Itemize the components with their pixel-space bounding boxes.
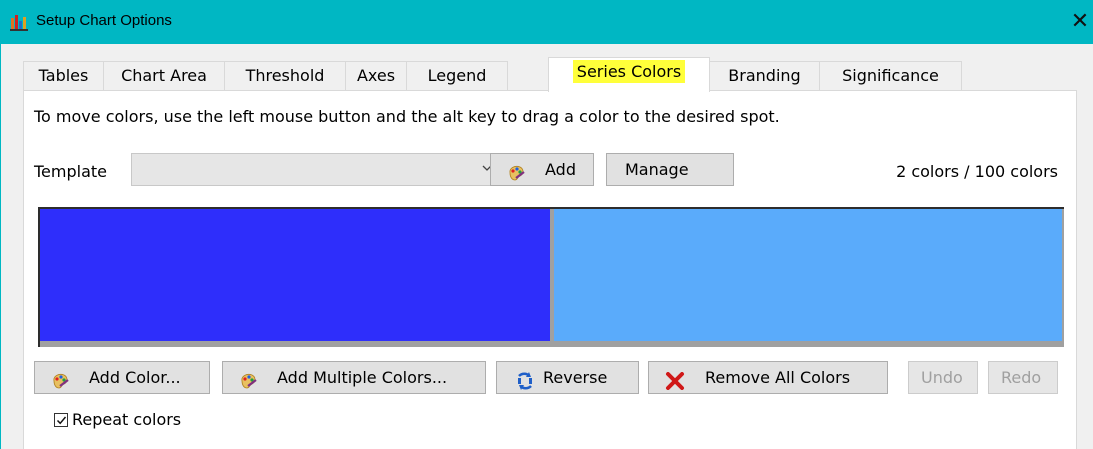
tab-branding[interactable]: Branding: [709, 61, 820, 91]
remove-all-colors-label: Remove All Colors: [705, 368, 851, 387]
tab-threshold[interactable]: Threshold: [224, 61, 346, 91]
template-label: Template: [34, 162, 108, 181]
palette-icon: [239, 369, 259, 389]
repeat-colors-checkbox[interactable]: [54, 413, 68, 427]
color-swatch[interactable]: [40, 209, 550, 341]
reverse-arrows-icon: [515, 369, 535, 390]
repeat-colors-row[interactable]: Repeat colors: [54, 410, 181, 429]
color-count: 2 colors / 100 colors: [896, 162, 1058, 181]
color-swatch-area[interactable]: [38, 207, 1064, 347]
tab-tables[interactable]: Tables: [23, 61, 104, 91]
undo-button[interactable]: Undo: [908, 361, 978, 394]
red-x-icon: [665, 369, 685, 390]
tab-chart-area[interactable]: Chart Area: [103, 61, 225, 91]
tab-series-colors[interactable]: Series Colors: [548, 57, 710, 92]
instructions-text: To move colors, use the left mouse butto…: [34, 107, 780, 126]
add-template-label: Add: [545, 160, 576, 179]
reverse-button[interactable]: Reverse: [496, 361, 639, 394]
add-multiple-colors-label: Add Multiple Colors...: [277, 368, 448, 387]
window-title: Setup Chart Options: [36, 12, 172, 29]
tab-legend[interactable]: Legend: [406, 61, 508, 91]
add-color-label: Add Color...: [89, 368, 181, 387]
palette-icon: [507, 161, 527, 181]
undo-label: Undo: [921, 368, 963, 387]
color-swatch[interactable]: [554, 209, 1062, 341]
redo-label: Redo: [1001, 368, 1042, 387]
add-multiple-colors-button[interactable]: Add Multiple Colors...: [222, 361, 486, 394]
template-dropdown[interactable]: [131, 153, 503, 186]
bar-chart-icon: [10, 13, 28, 31]
dialog-body: Tables Chart Area Threshold Axes Legend …: [0, 44, 1093, 449]
reverse-label: Reverse: [543, 368, 608, 387]
title-bar: Setup Chart Options ✕: [0, 0, 1093, 44]
remove-all-colors-button[interactable]: Remove All Colors: [648, 361, 888, 394]
manage-label: Manage: [625, 160, 689, 179]
add-color-button[interactable]: Add Color...: [34, 361, 210, 394]
manage-button[interactable]: Manage: [606, 153, 734, 186]
tab-axes[interactable]: Axes: [345, 61, 407, 91]
palette-icon: [51, 369, 71, 389]
tab-significance[interactable]: Significance: [819, 61, 962, 91]
redo-button[interactable]: Redo: [988, 361, 1058, 394]
repeat-colors-label: Repeat colors: [72, 410, 182, 429]
add-template-button[interactable]: Add: [490, 153, 594, 186]
close-button[interactable]: ✕: [1067, 0, 1093, 44]
series-colors-panel: To move colors, use the left mouse butto…: [23, 90, 1077, 449]
